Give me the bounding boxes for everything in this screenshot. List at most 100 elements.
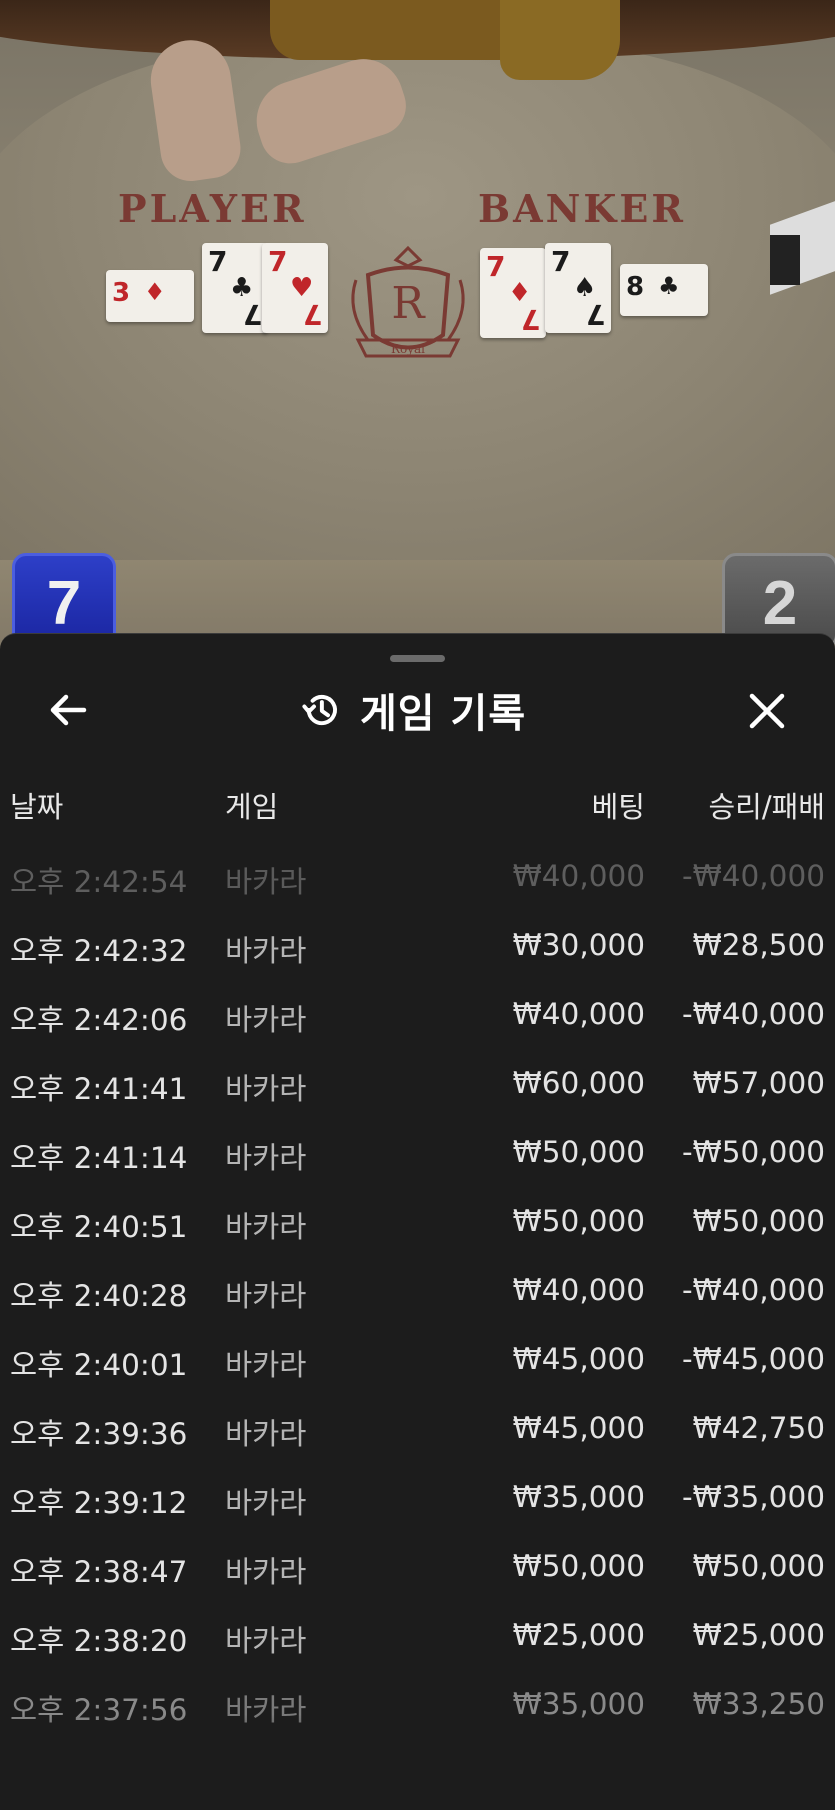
row-bet: ₩45,000 <box>512 1411 645 1445</box>
table-row[interactable]: 오후 2:38:20 바카라 ₩25,000 ₩25,000 <box>0 1610 835 1679</box>
row-game: 바카라 <box>225 1555 307 1589</box>
close-button[interactable] <box>742 686 792 736</box>
row-bet: ₩40,000 <box>512 997 645 1031</box>
dealer-sleeve <box>500 0 620 80</box>
row-result: ₩50,000 <box>692 1204 825 1238</box>
row-time: 오후 2:42:54 <box>10 865 188 899</box>
card-rank-bottom: 7 <box>520 303 540 336</box>
banker-card-3: 8 ♣ <box>620 264 708 316</box>
row-bet: ₩60,000 <box>512 1066 645 1100</box>
row-result: -₩50,000 <box>681 1135 825 1169</box>
row-result: ₩42,750 <box>692 1411 825 1445</box>
row-time: 오후 2:40:51 <box>10 1210 188 1244</box>
row-result: -₩45,000 <box>681 1342 825 1376</box>
row-game: 바카라 <box>225 1003 307 1037</box>
row-time: 오후 2:38:47 <box>10 1555 188 1589</box>
card-rank-bottom: 7 <box>302 298 322 331</box>
card-rank: 7 <box>486 250 506 283</box>
row-bet: ₩40,000 <box>512 1273 645 1307</box>
row-game: 바카라 <box>225 1072 307 1106</box>
row-time: 오후 2:37:56 <box>10 1693 188 1727</box>
card-shoe-slot <box>770 235 800 285</box>
row-game: 바카라 <box>225 1486 307 1520</box>
row-game: 바카라 <box>225 865 307 899</box>
column-header-date: 날짜 <box>10 790 64 824</box>
card-suit: ♦ <box>144 278 166 306</box>
row-result: ₩33,250 <box>692 1687 825 1721</box>
column-header-game: 게임 <box>225 790 279 824</box>
card-rank: 7 <box>268 245 288 278</box>
sheet-drag-handle[interactable] <box>390 655 445 662</box>
row-result: ₩50,000 <box>692 1549 825 1583</box>
row-result: -₩40,000 <box>681 1273 825 1307</box>
table-row[interactable]: 오후 2:41:41 바카라 ₩60,000 ₩57,000 <box>0 1058 835 1127</box>
column-header-bet: 베팅 <box>591 790 645 824</box>
row-game: 바카라 <box>225 934 307 968</box>
history-list[interactable]: 오후 2:42:54 바카라 ₩40,000 -₩40,000 오후 2:42:… <box>0 851 835 1748</box>
row-game: 바카라 <box>225 1141 307 1175</box>
row-time: 오후 2:40:28 <box>10 1279 188 1313</box>
crest-letter: R <box>391 278 426 329</box>
row-time: 오후 2:42:32 <box>10 934 188 968</box>
row-result: -₩35,000 <box>681 1480 825 1514</box>
row-bet: ₩50,000 <box>512 1135 645 1169</box>
row-bet: ₩25,000 <box>512 1618 645 1652</box>
table-row[interactable]: 오후 2:40:01 바카라 ₩45,000 -₩45,000 <box>0 1334 835 1403</box>
card-rank: 7 <box>551 245 571 278</box>
row-result: -₩40,000 <box>681 859 825 893</box>
table-row[interactable]: 오후 2:41:14 바카라 ₩50,000 -₩50,000 <box>0 1127 835 1196</box>
game-video-area: PLAYER BANKER 3 ♦ 7 ♣ 7 7 ♥ 7 R Royal 7 … <box>0 0 835 660</box>
row-bet: ₩45,000 <box>512 1342 645 1376</box>
player-label: PLAYER <box>118 186 307 231</box>
player-card-2: 7 ♣ 7 <box>202 243 268 333</box>
table-row[interactable]: 오후 2:37:56 바카라 ₩35,000 ₩33,250 <box>0 1679 835 1748</box>
row-time: 오후 2:38:20 <box>10 1624 188 1658</box>
row-bet: ₩40,000 <box>512 859 645 893</box>
row-time: 오후 2:39:12 <box>10 1486 188 1520</box>
banker-card-1: 7 ♦ 7 <box>480 248 546 338</box>
table-row[interactable]: 오후 2:38:47 바카라 ₩50,000 ₩50,000 <box>0 1541 835 1610</box>
row-bet: ₩30,000 <box>512 928 645 962</box>
row-result: ₩28,500 <box>692 928 825 962</box>
row-time: 오후 2:39:36 <box>10 1417 188 1451</box>
table-row[interactable]: 오후 2:42:06 바카라 ₩40,000 -₩40,000 <box>0 989 835 1058</box>
sheet-title: 게임 기록 <box>360 691 527 737</box>
row-time: 오후 2:41:14 <box>10 1141 188 1175</box>
row-game: 바카라 <box>225 1348 307 1382</box>
card-suit: ♣ <box>658 272 680 300</box>
table-row[interactable]: 오후 2:42:32 바카라 ₩30,000 ₩28,500 <box>0 920 835 989</box>
crest-banner: Royal <box>391 342 425 356</box>
royal-crest-logo: R Royal <box>351 245 465 358</box>
card-rank: 7 <box>208 245 228 278</box>
column-header-result: 승리/패배 <box>708 790 826 824</box>
history-icon <box>302 694 337 726</box>
card-rank-bottom: 7 <box>242 298 262 331</box>
card-rank: 8 <box>626 272 645 302</box>
card-rank-bottom: 7 <box>585 298 605 331</box>
row-game: 바카라 <box>225 1693 307 1727</box>
back-button[interactable] <box>44 686 92 734</box>
table-row[interactable]: 오후 2:39:12 바카라 ₩35,000 -₩35,000 <box>0 1472 835 1541</box>
player-card-3: 7 ♥ 7 <box>262 243 328 333</box>
game-history-sheet: 게임 기록 날짜 게임 베팅 승리/패배 오후 2:42:54 바카라 ₩40,… <box>0 633 835 1810</box>
row-bet: ₩50,000 <box>512 1204 645 1238</box>
arrow-left-icon <box>50 694 87 726</box>
banker-card-2: 7 ♠ 7 <box>545 243 611 333</box>
row-result: ₩25,000 <box>692 1618 825 1652</box>
banker-label: BANKER <box>478 186 686 231</box>
row-time: 오후 2:41:41 <box>10 1072 188 1106</box>
row-time: 오후 2:40:01 <box>10 1348 188 1382</box>
row-game: 바카라 <box>225 1210 307 1244</box>
row-game: 바카라 <box>225 1279 307 1313</box>
row-result: ₩57,000 <box>692 1066 825 1100</box>
table-row[interactable]: 오후 2:39:36 바카라 ₩45,000 ₩42,750 <box>0 1403 835 1472</box>
row-bet: ₩35,000 <box>512 1480 645 1514</box>
row-bet: ₩50,000 <box>512 1549 645 1583</box>
close-icon <box>749 693 785 729</box>
table-header: 날짜 게임 베팅 승리/패배 <box>0 784 835 824</box>
table-row[interactable]: 오후 2:40:28 바카라 ₩40,000 -₩40,000 <box>0 1265 835 1334</box>
table-row[interactable]: 오후 2:40:51 바카라 ₩50,000 ₩50,000 <box>0 1196 835 1265</box>
table-row[interactable]: 오후 2:42:54 바카라 ₩40,000 -₩40,000 <box>0 851 835 920</box>
row-bet: ₩35,000 <box>512 1687 645 1721</box>
card-rank: 3 <box>112 278 131 308</box>
